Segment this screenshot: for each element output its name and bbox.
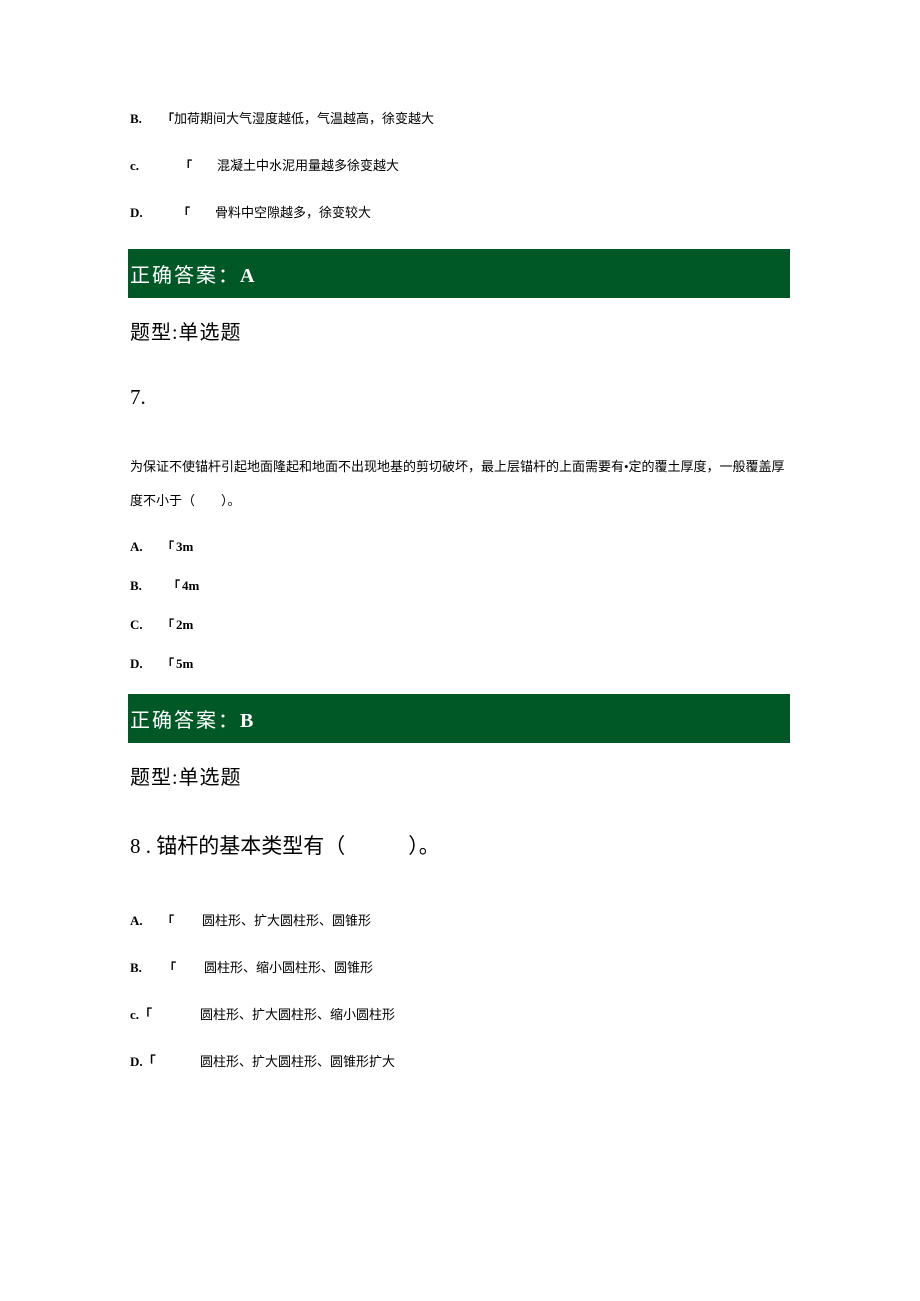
option-mark: 「 <box>168 577 180 594</box>
q7-option-c: C. 「2m <box>130 616 790 633</box>
q8-title: 8 . 锚杆的基本类型有（ ）。 <box>130 830 790 860</box>
option-mark: 「 <box>162 538 174 555</box>
q8-heading: 锚杆的基本类型有（ ）。 <box>156 834 440 858</box>
option-text: 圆柱形、缩小圆柱形、圆锥形 <box>204 960 373 975</box>
option-letter: C. <box>130 617 150 633</box>
option-text: 5m <box>176 656 196 672</box>
answer-label: 正确答案： <box>130 265 240 287</box>
option-letter: A. <box>130 913 150 929</box>
q8-option-b: B. 「 圆柱形、缩小圆柱形、圆锥形 <box>130 957 790 976</box>
option-text: 圆柱形、扩大圆柱形、缩小圆柱形 <box>200 1007 395 1022</box>
option-mark: 「 <box>162 616 174 633</box>
option-text: 圆柱形、扩大圆柱形、圆锥形 <box>202 913 371 928</box>
option-text: 3m <box>176 539 196 555</box>
answer-value: B <box>240 710 253 732</box>
page-content: B.「加荷期间大气湿度越低，气温越高，徐变越大 c.「混凝土中水泥用量越多徐变越… <box>0 0 920 1070</box>
option-letter: D. <box>130 656 150 672</box>
q8-option-d: D.「圆柱形、扩大圆柱形、圆锥形扩大 <box>130 1051 790 1070</box>
option-text: 2m <box>176 617 196 633</box>
q7-type: 题型:单选题 <box>130 316 790 345</box>
q7-option-d: D. 「5m <box>130 655 790 672</box>
option-text: 4m <box>182 578 202 594</box>
option-letter: B. <box>130 960 150 976</box>
option-letter: c.「 <box>130 1004 200 1023</box>
option-text: 骨料中空隙越多，徐变较大 <box>215 205 371 220</box>
option-mark: 「 <box>162 110 174 127</box>
option-mark: 「 <box>180 157 192 174</box>
q8-option-c: c.「圆柱形、扩大圆柱形、缩小圆柱形 <box>130 1004 790 1023</box>
q7-option-a: A. 「3m <box>130 538 790 555</box>
q7-option-b: B. 「4m <box>130 577 790 594</box>
q6-option-b: B. 「加荷期间大气湿度越低，气温越高，徐变越大 <box>130 108 790 127</box>
q8-type: 题型:单选题 <box>130 761 790 790</box>
answer-value: A <box>240 265 254 287</box>
q6-option-d: D. 「 骨料中空隙越多，徐变较大 <box>130 202 790 221</box>
answer-label: 正确答案： <box>130 710 240 732</box>
q7-stem: 为保证不使锚杆引起地面隆起和地面不出现地基的剪切破坏，最上层锚杆的上面需要有•定… <box>130 450 790 518</box>
option-letter: c. <box>130 158 150 174</box>
q7-answer: 正确答案：B <box>128 694 790 743</box>
q7-number: 7. <box>130 385 790 410</box>
option-letter: D.「 <box>130 1051 200 1070</box>
option-mark: 「 <box>162 912 174 929</box>
option-letter: B. <box>130 111 150 127</box>
option-text: 混凝土中水泥用量越多徐变越大 <box>217 158 399 173</box>
q8-sep: . <box>141 834 157 858</box>
option-mark: 「 <box>178 204 190 221</box>
q8-option-a: A. 「 圆柱形、扩大圆柱形、圆锥形 <box>130 910 790 929</box>
option-mark: 「 <box>164 959 176 976</box>
option-text: 圆柱形、扩大圆柱形、圆锥形扩大 <box>200 1054 395 1069</box>
option-letter: A. <box>130 539 150 555</box>
q6-option-c: c. 「 混凝土中水泥用量越多徐变越大 <box>130 155 790 174</box>
q6-answer: 正确答案：A <box>128 249 790 298</box>
option-letter: D. <box>130 205 150 221</box>
option-mark: 「 <box>162 655 174 672</box>
option-text: 加荷期间大气湿度越低，气温越高，徐变越大 <box>174 111 434 126</box>
option-letter: B. <box>130 578 150 594</box>
q8-number: 8 <box>130 834 141 858</box>
